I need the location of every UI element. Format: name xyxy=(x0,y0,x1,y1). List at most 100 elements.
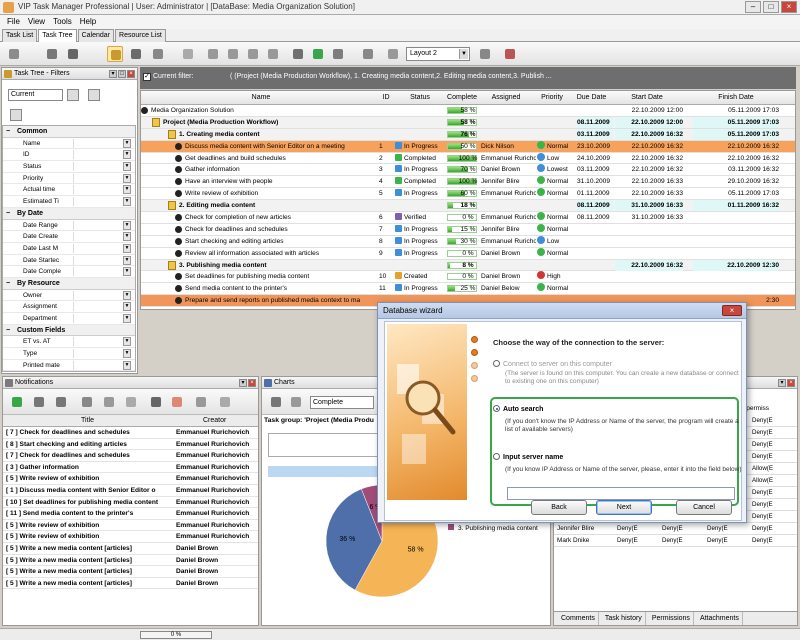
filter-property-row[interactable]: Estimated Ti ▼ xyxy=(3,196,135,208)
column-header[interactable]: ID xyxy=(379,94,393,101)
task-row[interactable]: Check for completion of new articles 6 Ver… xyxy=(141,212,795,224)
filter-category[interactable]: By Resource xyxy=(3,277,135,290)
filter-property-value[interactable] xyxy=(73,173,121,183)
chevron-down-icon[interactable]: ▼ xyxy=(123,197,131,207)
chart-metric-select[interactable]: Complete xyxy=(310,396,374,409)
chart-export-button[interactable] xyxy=(288,394,304,410)
filter-property-value[interactable] xyxy=(73,138,121,148)
chevron-down-icon[interactable]: ▼ xyxy=(123,150,131,160)
current-filter-checkbox[interactable]: ✓ xyxy=(143,73,151,81)
column-header[interactable]: Assigned xyxy=(486,94,526,101)
notification-row[interactable]: [ 5 ] Write review of exhibition Emmanuel… xyxy=(3,531,258,543)
radio-input-server[interactable] xyxy=(493,453,500,460)
permission-value[interactable]: Deny(E xyxy=(752,511,773,522)
save-filter-button[interactable] xyxy=(88,89,100,101)
chevron-down-icon[interactable]: ▼ xyxy=(123,314,131,323)
task-row[interactable]: Gather information 3 In Progress 70 % Daniel… xyxy=(141,164,795,177)
add-task-button[interactable] xyxy=(6,46,22,62)
chevron-down-icon[interactable]: ▼ xyxy=(123,255,131,265)
task-row[interactable]: Discuss media content with Senior Editor… xyxy=(141,140,795,153)
filter-property-row[interactable]: ID ▼ xyxy=(3,149,135,162)
filter-property-row[interactable]: Date Startec ▼ xyxy=(3,255,135,267)
notification-row[interactable]: [ 11 ] Send media content to the printer… xyxy=(3,508,258,520)
filter-property-row[interactable]: Date Range ▼ xyxy=(3,220,135,232)
chevron-down-icon[interactable]: ▼ xyxy=(123,243,131,253)
menu-tools[interactable]: Tools xyxy=(53,15,72,29)
notif-attach-button[interactable] xyxy=(123,394,139,410)
filter-property-value[interactable] xyxy=(73,197,121,207)
task-row[interactable]: Get deadlines and build schedules 2 Comple… xyxy=(141,152,795,165)
task-row[interactable]: 2. Editing media content 18 % 08.11.2009 31… xyxy=(141,200,795,213)
notification-row[interactable]: [ 5 ] Write a new media content [article… xyxy=(3,578,258,590)
tools-button[interactable] xyxy=(502,46,518,62)
filter-property-row[interactable]: Owner ▼ xyxy=(3,290,135,302)
menu-file[interactable]: File xyxy=(7,15,20,29)
chevron-down-icon[interactable]: ▼ xyxy=(123,220,131,230)
back-button[interactable]: Back xyxy=(531,500,587,515)
permission-value[interactable]: Deny(E xyxy=(752,427,773,438)
filter-property-row[interactable]: ET vs. AT ▼ xyxy=(3,336,135,349)
menu-view[interactable]: View xyxy=(28,15,45,29)
notification-row[interactable]: [ 5 ] Write review of exhibition Emmanuel… xyxy=(3,520,258,532)
panel-pin-button[interactable]: ▾ xyxy=(109,70,117,78)
move-up-button[interactable] xyxy=(225,46,241,62)
notif-filter-button[interactable] xyxy=(217,394,233,410)
chevron-down-icon[interactable]: ▼ xyxy=(123,138,131,148)
column-header[interactable]: Name xyxy=(201,94,321,101)
col-title[interactable]: Title xyxy=(81,415,94,427)
tab-permissions[interactable]: Permissions xyxy=(649,612,694,625)
tab-task-list[interactable]: Task List xyxy=(2,29,38,42)
permission-value[interactable]: Deny(E xyxy=(707,523,728,534)
notif-view-button[interactable] xyxy=(31,394,47,410)
filter-property-value[interactable] xyxy=(73,162,121,172)
expand-button[interactable] xyxy=(290,46,306,62)
minimize-button[interactable]: – xyxy=(745,1,761,13)
chevron-down-icon[interactable]: ▼ xyxy=(123,290,131,300)
column-header[interactable]: Priority xyxy=(538,94,566,101)
filter-property-value[interactable] xyxy=(73,337,121,347)
column-header[interactable]: Start Date xyxy=(616,94,678,101)
notification-row[interactable]: [ 7 ] Check for deadlines and schedules E… xyxy=(3,427,258,439)
filter-property-value[interactable] xyxy=(73,232,121,242)
column-header[interactable]: Complete xyxy=(447,94,477,101)
chevron-down-icon[interactable]: ▼ xyxy=(123,349,131,359)
filter-property-value[interactable] xyxy=(73,243,121,253)
notif-refresh-button[interactable] xyxy=(9,394,25,410)
move-bottom-button[interactable] xyxy=(265,46,281,62)
task-row[interactable]: 3. Publishing media content 8 % 22.10.2009… xyxy=(141,259,795,272)
filter-property-row[interactable]: Date Comple ▼ xyxy=(3,266,135,278)
print-button[interactable] xyxy=(330,46,346,62)
permission-value[interactable]: Deny(E xyxy=(752,535,773,546)
chevron-down-icon[interactable]: ▼ xyxy=(123,162,131,172)
permission-value[interactable]: Deny(E xyxy=(752,487,773,498)
perm-pin-button[interactable]: ▾ xyxy=(778,379,786,387)
task-row[interactable]: Have an interview with people 4 Completed 1… xyxy=(141,176,795,189)
apply-filter-button[interactable] xyxy=(67,89,79,101)
permission-value[interactable]: Deny(E xyxy=(662,523,683,534)
col-creator[interactable]: Creator xyxy=(203,415,226,427)
clear-filter-button[interactable] xyxy=(10,109,22,121)
permission-value[interactable]: Deny(E xyxy=(752,523,773,534)
filter-property-row[interactable]: Name ▼ xyxy=(3,138,135,150)
filter-property-value[interactable] xyxy=(73,220,121,230)
filter-category[interactable]: By Date xyxy=(3,207,135,220)
filter-category[interactable]: Common xyxy=(3,126,135,138)
go-left-button[interactable] xyxy=(180,46,196,62)
task-row[interactable]: Set deadlines for publishing media conte… xyxy=(141,271,795,284)
column-header[interactable]: Status xyxy=(405,94,435,101)
task-row[interactable]: 1. Creating media content 76 % 03.11.2009 2… xyxy=(141,128,795,141)
permission-value[interactable]: Allow(E xyxy=(752,475,773,486)
radio-auto-search[interactable] xyxy=(493,405,500,412)
notification-row[interactable]: [ 7 ] Check for deadlines and schedules E… xyxy=(3,450,258,462)
notification-row[interactable]: [ 1 ] Discuss media content with Senior … xyxy=(3,485,258,497)
chevron-down-icon[interactable]: ▼ xyxy=(123,173,131,183)
wizard-close-button[interactable]: × xyxy=(722,305,742,316)
permission-value[interactable]: Deny(E xyxy=(752,415,773,426)
notif-close-button[interactable]: × xyxy=(248,379,256,387)
close-window-button[interactable]: × xyxy=(781,1,797,13)
perm-close-button[interactable]: × xyxy=(787,379,795,387)
option-auto-search[interactable]: Auto search xyxy=(493,405,543,413)
view-button[interactable] xyxy=(128,46,144,62)
permission-value[interactable]: Deny(E xyxy=(752,439,773,450)
filter-category[interactable]: Custom Fields xyxy=(3,324,135,337)
